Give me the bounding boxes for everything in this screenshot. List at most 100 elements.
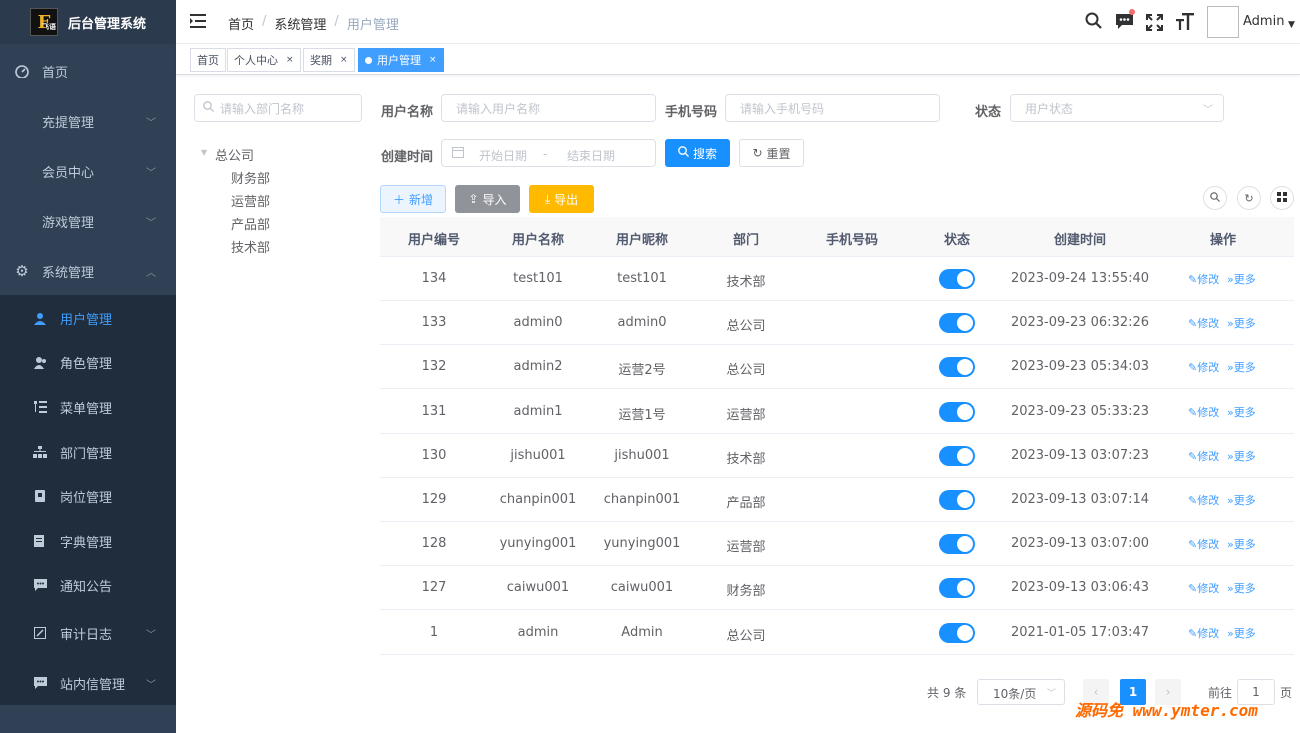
close-icon[interactable]: ×: [340, 55, 348, 65]
tree-node-root[interactable]: 总公司: [215, 145, 254, 164]
sidebar-item-audit-log[interactable]: 审计日志 ﹀: [0, 611, 176, 655]
tags-view: 首页 个人中心 × 奖期 × 用户管理 ×: [176, 44, 1300, 75]
close-icon[interactable]: ×: [286, 55, 294, 65]
cell-nickname: 运营2号: [618, 363, 666, 379]
reset-button[interactable]: ↻ 重置: [739, 139, 804, 167]
sidebar-item-post-management[interactable]: 岗位管理: [0, 474, 176, 518]
edit-button[interactable]: ✎修改: [1188, 580, 1219, 596]
search-icon[interactable]: [1085, 12, 1102, 34]
status-switch[interactable]: [939, 445, 975, 466]
sidebar-item-label: 站内信管理: [60, 677, 126, 693]
more-label: 更多: [1233, 317, 1256, 331]
more-button[interactable]: »更多: [1227, 580, 1256, 596]
more-button[interactable]: »更多: [1227, 536, 1256, 552]
import-button[interactable]: ⇪ 导入: [455, 185, 520, 213]
admin-name[interactable]: Admin: [1243, 14, 1284, 29]
tree-node[interactable]: 财务部: [231, 168, 270, 187]
message-icon[interactable]: [1116, 14, 1133, 35]
edit-button[interactable]: ✎修改: [1188, 404, 1219, 420]
edit-button[interactable]: ✎修改: [1188, 359, 1219, 375]
dept-search-input[interactable]: 请输入部门名称: [194, 94, 362, 122]
sidebar-item-games[interactable]: 游戏管理 ﹀: [0, 196, 176, 246]
sidebar-item-members[interactable]: 会员中心 ﹀: [0, 146, 176, 196]
close-icon[interactable]: ×: [429, 55, 437, 65]
cell-dept: 运营部: [726, 540, 766, 556]
sidebar-item-notice[interactable]: 通知公告: [0, 563, 176, 607]
status-switch[interactable]: [939, 490, 975, 510]
date-range-picker[interactable]: 开始日期 - 结束日期: [441, 139, 656, 167]
edit-button[interactable]: ✎修改: [1188, 271, 1219, 287]
status-switch[interactable]: [939, 622, 975, 643]
hamburger-icon[interactable]: [190, 13, 206, 33]
tag-period[interactable]: 奖期 ×: [303, 48, 355, 72]
more-button[interactable]: »更多: [1227, 271, 1256, 287]
sidebar-item-user-management[interactable]: 用户管理: [0, 296, 176, 340]
fullscreen-icon[interactable]: [1146, 14, 1163, 36]
caret-down-icon[interactable]: ▼: [1288, 20, 1295, 30]
more-button[interactable]: »更多: [1227, 404, 1256, 420]
caret-down-icon[interactable]: ▼: [201, 148, 207, 157]
sidebar-item-label: 游戏管理: [42, 215, 95, 231]
top-navbar: 首页 / 系统管理 / 用户管理 Admin ▼: [176, 0, 1300, 44]
sidebar-item-dict-management[interactable]: 字典管理: [0, 519, 176, 563]
dashboard-icon: [14, 63, 30, 79]
refresh-button[interactable]: ↻: [1237, 186, 1261, 210]
cell-id: 133: [421, 315, 447, 331]
search-button[interactable]: 搜索: [665, 139, 730, 167]
export-button[interactable]: ⤓ 导出: [529, 185, 594, 213]
sidebar-item-label: 角色管理: [60, 356, 113, 372]
page-size-select[interactable]: 10条/页 ﹀: [977, 679, 1065, 705]
more-button[interactable]: »更多: [1227, 359, 1256, 375]
table-row: 134 test101 test101 技术部 2023-09-24 13:55:40 ✎…: [380, 257, 1294, 301]
breadcrumb-system[interactable]: 系统管理: [274, 14, 326, 33]
tag-home[interactable]: 首页: [190, 48, 226, 72]
sidebar-item-menu-management[interactable]: 菜单管理: [0, 385, 176, 429]
end-date-placeholder[interactable]: 结束日期: [567, 147, 615, 164]
tree-node[interactable]: 产品部: [231, 214, 270, 233]
status-switch[interactable]: [939, 313, 975, 334]
edit-button[interactable]: ✎修改: [1188, 536, 1219, 552]
sidebar-item-home[interactable]: 首页: [0, 46, 176, 96]
edit-button[interactable]: ✎修改: [1188, 448, 1219, 464]
phone-input[interactable]: 请输入手机号码: [725, 94, 940, 122]
breadcrumb-home[interactable]: 首页: [228, 14, 254, 33]
sidebar-item-recharge[interactable]: 充提管理 ﹀: [0, 96, 176, 146]
sidebar-item-site-mail[interactable]: 站内信管理 ﹀: [0, 661, 176, 705]
edit-button[interactable]: ✎修改: [1188, 625, 1219, 641]
sidebar-item-system[interactable]: ⚙ 系统管理 ︿: [0, 246, 176, 296]
start-date-placeholder[interactable]: 开始日期: [479, 147, 527, 164]
sidebar-item-dept-management[interactable]: 部门管理: [0, 430, 176, 474]
add-button[interactable]: ＋ 新增: [380, 185, 446, 213]
double-arrow-icon: »: [1227, 361, 1234, 375]
logo-bar[interactable]: F 飞语 后台管理系统: [0, 0, 176, 44]
font-size-icon[interactable]: [1176, 13, 1194, 35]
tree-node[interactable]: 运营部: [231, 191, 270, 210]
more-button[interactable]: »更多: [1227, 448, 1256, 464]
status-switch[interactable]: [939, 534, 975, 555]
username-input[interactable]: 请输入用户名称: [441, 94, 656, 122]
more-button[interactable]: »更多: [1227, 492, 1256, 508]
status-switch[interactable]: [939, 401, 975, 422]
edit-icon: ✎: [1188, 405, 1198, 419]
org-chart-icon: [32, 444, 48, 460]
toggle-search-button[interactable]: [1203, 186, 1227, 210]
status-switch[interactable]: [939, 269, 975, 289]
edit-icon: ✎: [1188, 582, 1198, 596]
page-size-value: 10条/页: [993, 687, 1037, 701]
status-switch[interactable]: [939, 578, 975, 599]
tree-node[interactable]: 技术部: [231, 237, 270, 256]
sidebar-item-role-management[interactable]: 角色管理: [0, 340, 176, 384]
edit-button[interactable]: ✎修改: [1188, 492, 1219, 508]
edit-button[interactable]: ✎修改: [1188, 315, 1219, 331]
tag-profile[interactable]: 个人中心 ×: [227, 48, 301, 72]
more-button[interactable]: »更多: [1227, 315, 1256, 331]
columns-button[interactable]: [1270, 186, 1294, 210]
status-switch[interactable]: [939, 357, 975, 378]
more-button[interactable]: »更多: [1227, 625, 1256, 641]
table-row: 129 chanpin001 chanpin001 产品部 2023-09-13 03:…: [380, 478, 1294, 522]
double-arrow-icon: »: [1227, 538, 1234, 552]
double-arrow-icon: »: [1227, 494, 1234, 507]
avatar[interactable]: [1207, 6, 1239, 38]
status-select[interactable]: 用户状态 ﹀: [1010, 94, 1224, 122]
tag-user-management[interactable]: 用户管理 ×: [358, 48, 444, 72]
